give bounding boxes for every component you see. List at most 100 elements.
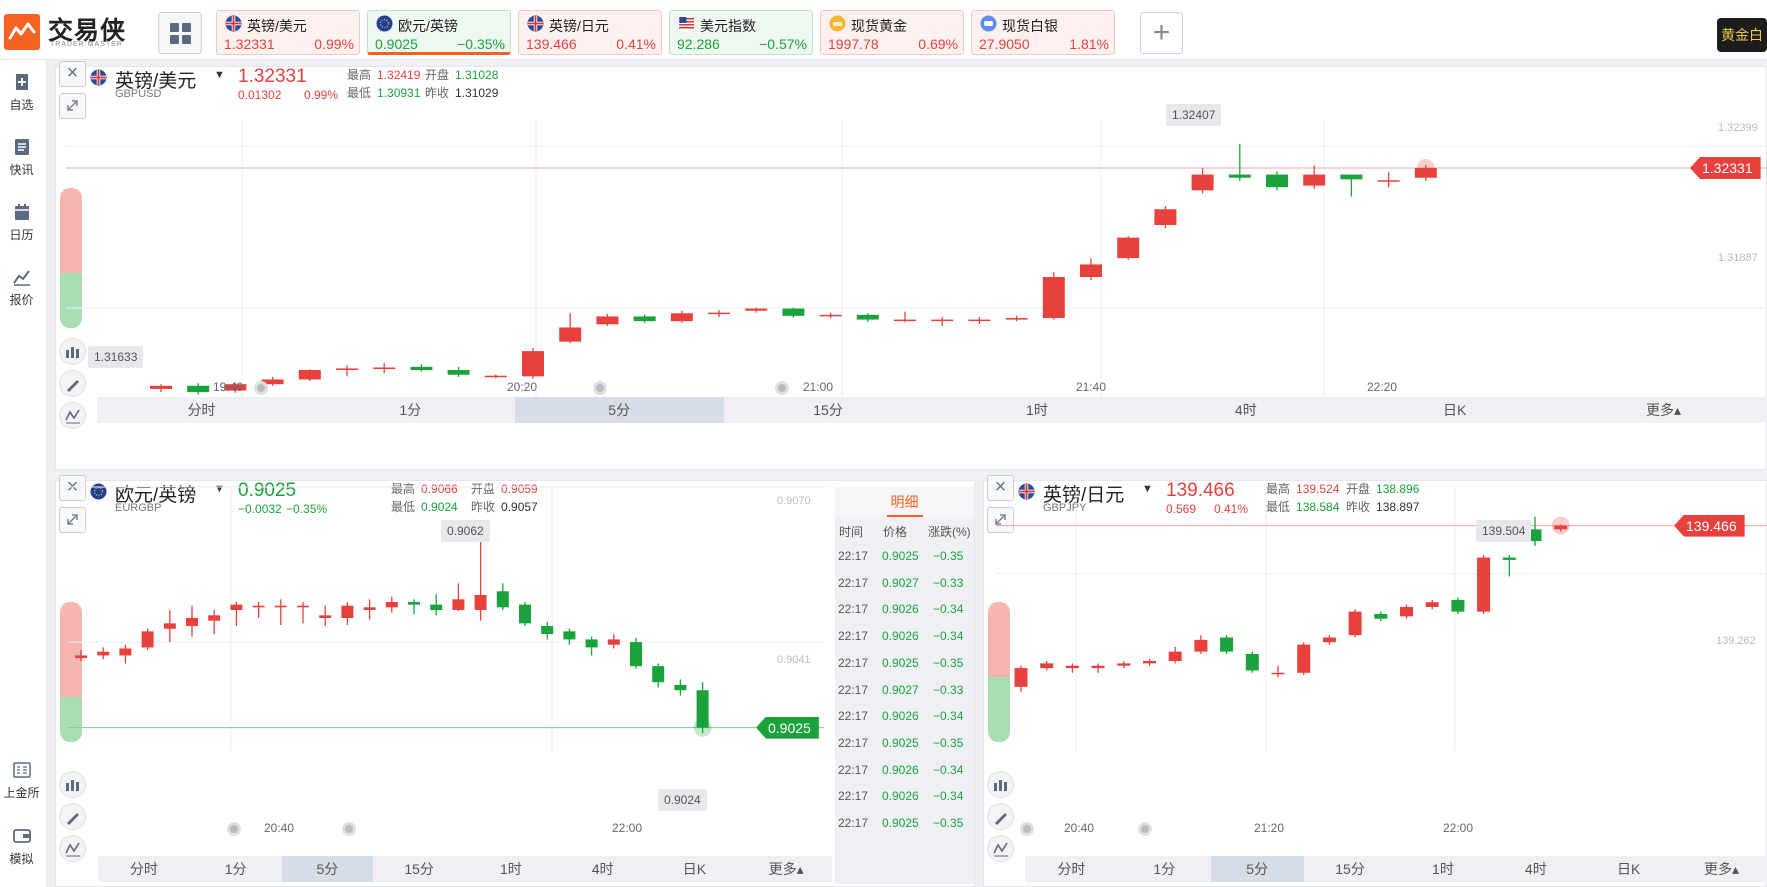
candle[interactable] xyxy=(410,364,433,372)
candle[interactable] xyxy=(341,601,354,625)
quote-tab-2[interactable]: 英镑/日元 139.466 0.41% xyxy=(518,10,662,55)
candle[interactable] xyxy=(931,317,954,326)
scroll-handle[interactable] xyxy=(1138,822,1152,836)
dropdown-caret-icon[interactable]: ▼ xyxy=(214,69,225,81)
quote-tab-4[interactable]: 现货黄金 1997.78 0.69% xyxy=(820,10,964,55)
candle[interactable] xyxy=(163,609,176,643)
candle[interactable] xyxy=(496,583,509,610)
scroll-handle[interactable] xyxy=(342,822,356,836)
timeframe-2[interactable]: 5分 xyxy=(281,856,374,882)
timeframe-2[interactable]: 5分 xyxy=(1210,856,1304,882)
candle[interactable] xyxy=(1425,599,1439,610)
candle[interactable] xyxy=(150,384,172,393)
candle[interactable] xyxy=(1228,144,1251,181)
candle[interactable] xyxy=(252,601,265,619)
logo-icon[interactable] xyxy=(4,14,40,50)
indicator-tool-icon[interactable] xyxy=(59,771,86,798)
candle[interactable] xyxy=(274,599,287,625)
candle[interactable] xyxy=(447,366,470,377)
timeframe-7[interactable]: 更多▴ xyxy=(740,856,832,882)
quote-tab-3[interactable]: 美元指数 92.286 −0.57% xyxy=(669,10,813,55)
candle[interactable] xyxy=(1451,597,1465,614)
candle[interactable] xyxy=(1191,168,1214,194)
candle[interactable] xyxy=(385,596,398,613)
candle[interactable] xyxy=(652,663,665,688)
candle[interactable] xyxy=(141,628,154,651)
expand-button[interactable] xyxy=(59,93,86,119)
sidebar-item-4[interactable]: 上金所 xyxy=(0,760,43,801)
candle[interactable] xyxy=(1271,665,1285,678)
candle[interactable] xyxy=(522,347,544,379)
candle[interactable] xyxy=(186,605,198,637)
candle[interactable] xyxy=(633,314,656,323)
layout-grid-button[interactable] xyxy=(158,12,202,54)
candle[interactable] xyxy=(1005,315,1028,322)
candle[interactable] xyxy=(430,593,443,616)
candle[interactable] xyxy=(519,601,531,627)
timeframe-5[interactable]: 4时 xyxy=(557,856,649,882)
timeframe-0[interactable]: 分时 xyxy=(98,856,190,882)
scroll-handle[interactable] xyxy=(593,381,607,395)
timeframe-3[interactable]: 15分 xyxy=(1304,856,1397,882)
candle[interactable] xyxy=(1154,206,1177,229)
candle[interactable] xyxy=(1143,658,1156,666)
candle[interactable] xyxy=(596,313,619,326)
candle[interactable] xyxy=(1303,165,1326,189)
timeframe-3[interactable]: 15分 xyxy=(373,856,465,882)
candle[interactable] xyxy=(373,363,396,374)
timeframe-7[interactable]: 更多▴ xyxy=(1675,856,1767,882)
timeframe-7[interactable]: 更多▴ xyxy=(1559,397,1767,423)
timeframe-3[interactable]: 15分 xyxy=(724,397,933,423)
scroll-handle[interactable] xyxy=(254,381,268,395)
candle[interactable] xyxy=(670,310,693,323)
candle[interactable] xyxy=(187,383,210,395)
candle[interactable] xyxy=(1245,651,1259,673)
candle[interactable] xyxy=(1400,604,1413,619)
candle[interactable] xyxy=(585,636,598,656)
sidebar-item-3[interactable]: 报价 xyxy=(0,267,43,308)
candle[interactable] xyxy=(607,634,620,649)
quote-tab-0[interactable]: 英镑/美元 1.32331 0.99% xyxy=(216,10,360,55)
quote-tab-5[interactable]: 现货白银 27.9050 1.81% xyxy=(971,10,1115,55)
candle[interactable] xyxy=(474,529,487,621)
gold-silver-tag[interactable]: 黄金白 xyxy=(1717,18,1767,52)
sidebar-item-2[interactable]: 日历 xyxy=(0,202,43,243)
candle[interactable] xyxy=(708,310,730,318)
timeframe-6[interactable]: 日K xyxy=(1582,856,1675,882)
candle[interactable] xyxy=(1377,172,1400,188)
draw-pen-icon[interactable] xyxy=(987,803,1014,830)
sidebar-item-5[interactable]: 模拟 xyxy=(0,826,43,867)
candlestick-chart[interactable] xyxy=(66,121,1767,421)
candle[interactable] xyxy=(1065,663,1079,673)
candle[interactable] xyxy=(1297,642,1311,676)
candle[interactable] xyxy=(1091,663,1105,673)
candle[interactable] xyxy=(1080,258,1102,281)
scroll-handle[interactable] xyxy=(227,822,241,836)
candle[interactable] xyxy=(782,307,805,318)
candle[interactable] xyxy=(630,637,642,669)
candle[interactable] xyxy=(1220,635,1234,654)
candle[interactable] xyxy=(319,605,332,627)
candle[interactable] xyxy=(1348,609,1362,638)
candle[interactable] xyxy=(97,647,110,660)
candle[interactable] xyxy=(894,311,916,323)
timeframe-0[interactable]: 分时 xyxy=(97,397,306,423)
wave-tool-icon[interactable] xyxy=(987,835,1014,862)
candle[interactable] xyxy=(1014,665,1028,692)
add-tab-button[interactable]: + xyxy=(1140,12,1183,54)
candle[interactable] xyxy=(541,621,554,640)
candle[interactable] xyxy=(1040,661,1054,671)
timeframe-0[interactable]: 分时 xyxy=(1025,856,1118,882)
candle[interactable] xyxy=(230,601,243,627)
candle[interactable] xyxy=(1042,272,1065,320)
timeframe-4[interactable]: 1时 xyxy=(1397,856,1490,882)
candle[interactable] xyxy=(75,650,87,661)
close-button[interactable]: × xyxy=(59,61,86,87)
candle[interactable] xyxy=(1374,611,1388,622)
candle[interactable] xyxy=(1266,171,1288,191)
timeframe-1[interactable]: 1分 xyxy=(1118,856,1211,882)
timeframe-1[interactable]: 1分 xyxy=(190,856,282,882)
timeframe-4[interactable]: 1时 xyxy=(933,397,1142,423)
timeframe-5[interactable]: 4时 xyxy=(1489,856,1582,882)
candle[interactable] xyxy=(1340,174,1363,197)
